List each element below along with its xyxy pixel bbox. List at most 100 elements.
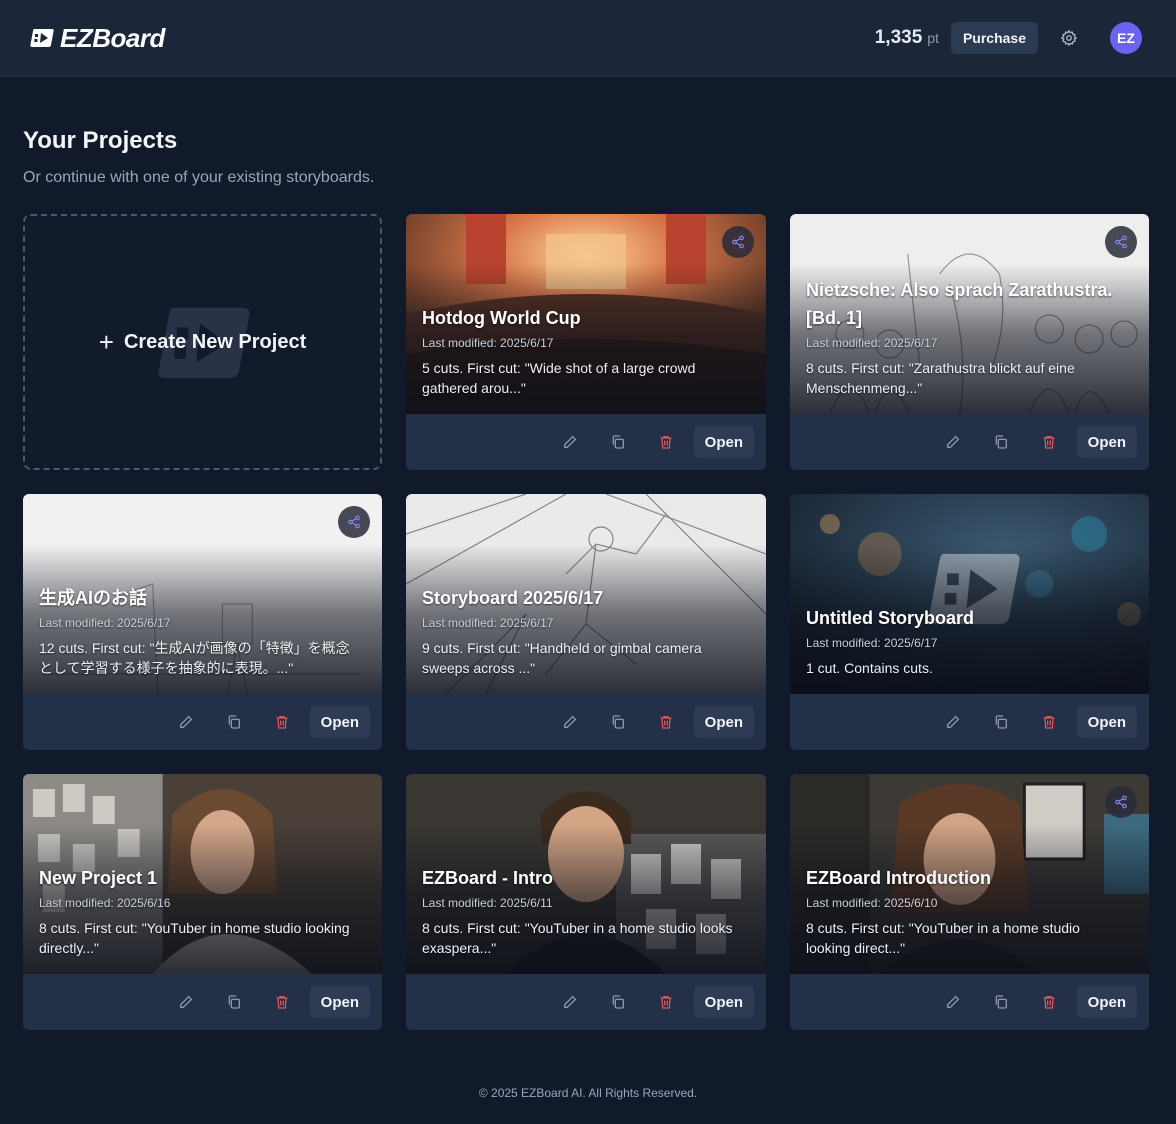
project-thumbnail[interactable]: New Project 1 Last modified: 2025/6/16 8… <box>23 774 382 974</box>
edit-icon[interactable] <box>929 706 977 738</box>
points-value: 1,335 <box>874 27 923 48</box>
project-title: 生成AIのお話 <box>39 588 147 608</box>
project-title: Storyboard 2025/6/17 <box>422 588 604 608</box>
delete-icon[interactable] <box>1025 986 1073 1018</box>
project-description: 1 cut. Contains cuts. <box>806 660 933 676</box>
project-thumbnail[interactable]: Storyboard 2025/6/17 Last modified: 2025… <box>406 494 766 694</box>
project-title: Untitled Storyboard <box>806 608 975 628</box>
project-card: EZBoard Introduction Last modified: 2025… <box>790 774 1149 1030</box>
open-button[interactable]: Open <box>693 426 754 458</box>
project-actions: Open <box>23 694 382 750</box>
delete-icon[interactable] <box>258 986 306 1018</box>
share-icon[interactable] <box>1105 786 1137 818</box>
open-button[interactable]: Open <box>309 706 370 738</box>
delete-icon[interactable] <box>1025 706 1073 738</box>
project-thumbnail[interactable]: Nietzsche: Also sprach Zarathustra. [Bd.… <box>790 214 1149 414</box>
project-thumbnail[interactable]: Hotdog World Cup Last modified: 2025/6/1… <box>406 214 766 414</box>
delete-icon[interactable] <box>1025 426 1073 458</box>
duplicate-icon[interactable] <box>594 986 642 1018</box>
open-button[interactable]: Open <box>1076 426 1137 458</box>
page-subtitle: Or continue with one of your existing st… <box>23 169 375 186</box>
duplicate-icon[interactable] <box>210 986 258 1018</box>
project-actions: Open <box>406 694 766 750</box>
project-actions: Open <box>790 414 1149 470</box>
project-description: 12 cuts. First cut: "生成AIが画像の「特徴」を概念として学… <box>39 640 350 676</box>
edit-icon[interactable] <box>929 986 977 1018</box>
logo-icon <box>30 29 54 47</box>
project-info: Hotdog World Cup Last modified: 2025/6/1… <box>422 304 738 398</box>
project-modified: Last modified: 2025/6/16 <box>39 896 171 910</box>
app-header: EZBoard 1,335 pt Purchase EZ <box>0 0 1176 77</box>
project-title: Nietzsche: Also sprach Zarathustra. [Bd.… <box>806 280 1113 328</box>
points-unit: pt <box>927 30 939 46</box>
project-description: 9 cuts. First cut: "Handheld or gimbal c… <box>422 640 702 676</box>
project-actions: Open <box>23 974 382 1030</box>
edit-icon[interactable] <box>546 426 594 458</box>
project-grid: + Create New Project Hotdog World Cup La… <box>23 214 1149 1030</box>
project-thumbnail[interactable]: EZBoard - Intro Last modified: 2025/6/11… <box>406 774 766 974</box>
project-info: New Project 1 Last modified: 2025/6/16 8… <box>39 864 354 958</box>
project-info: Nietzsche: Also sprach Zarathustra. [Bd.… <box>806 276 1121 398</box>
open-button[interactable]: Open <box>693 706 754 738</box>
gear-icon[interactable] <box>1060 29 1078 47</box>
project-card: New Project 1 Last modified: 2025/6/16 8… <box>23 774 382 1030</box>
open-button[interactable]: Open <box>1076 986 1137 1018</box>
create-project-label: + Create New Project <box>99 329 307 355</box>
duplicate-icon[interactable] <box>594 706 642 738</box>
project-info: EZBoard Introduction Last modified: 2025… <box>806 864 1121 958</box>
duplicate-icon[interactable] <box>977 706 1025 738</box>
project-card: Hotdog World Cup Last modified: 2025/6/1… <box>406 214 766 470</box>
project-actions: Open <box>406 974 766 1030</box>
project-modified: Last modified: 2025/6/17 <box>422 616 554 630</box>
create-project-text: Create New Project <box>123 330 307 353</box>
edit-icon[interactable] <box>546 986 594 1018</box>
project-title: Hotdog World Cup <box>422 308 581 328</box>
delete-icon[interactable] <box>642 706 690 738</box>
project-title: EZBoard Introduction <box>806 868 991 888</box>
delete-icon[interactable] <box>642 986 690 1018</box>
delete-icon[interactable] <box>258 706 306 738</box>
project-card: Untitled Storyboard Last modified: 2025/… <box>790 494 1149 750</box>
project-modified: Last modified: 2025/6/11 <box>422 896 553 910</box>
duplicate-icon[interactable] <box>594 426 642 458</box>
points-balance: 1,335 pt <box>875 27 939 49</box>
project-title: EZBoard - Intro <box>422 868 553 888</box>
project-info: Untitled Storyboard Last modified: 2025/… <box>806 604 1121 678</box>
project-card: Nietzsche: Also sprach Zarathustra. [Bd.… <box>790 214 1149 470</box>
project-description: 8 cuts. First cut: "Zarathustra blickt a… <box>806 360 1075 396</box>
project-thumbnail[interactable]: 生成AIのお話 Last modified: 2025/6/17 12 cuts… <box>23 494 382 694</box>
open-button[interactable]: Open <box>693 986 754 1018</box>
project-description: 8 cuts. First cut: "YouTuber in a home s… <box>422 920 733 956</box>
purchase-button[interactable]: Purchase <box>950 22 1038 54</box>
open-button[interactable]: Open <box>309 986 370 1018</box>
delete-icon[interactable] <box>642 426 690 458</box>
share-icon[interactable] <box>1105 226 1137 258</box>
project-modified: Last modified: 2025/6/17 <box>806 336 938 350</box>
edit-icon[interactable] <box>546 706 594 738</box>
project-thumbnail[interactable]: EZBoard Introduction Last modified: 2025… <box>790 774 1149 974</box>
duplicate-icon[interactable] <box>210 706 258 738</box>
app-logo[interactable]: EZBoard <box>30 23 165 54</box>
project-modified: Last modified: 2025/6/17 <box>39 616 171 630</box>
duplicate-icon[interactable] <box>977 986 1025 1018</box>
project-modified: Last modified: 2025/6/17 <box>422 336 554 350</box>
project-info: EZBoard - Intro Last modified: 2025/6/11… <box>422 864 738 958</box>
open-button[interactable]: Open <box>1076 706 1137 738</box>
create-project-card[interactable]: + Create New Project <box>23 214 382 470</box>
edit-icon[interactable] <box>162 986 210 1018</box>
edit-icon[interactable] <box>929 426 977 458</box>
user-avatar[interactable]: EZ <box>1110 22 1142 54</box>
project-thumbnail[interactable]: Untitled Storyboard Last modified: 2025/… <box>790 494 1149 694</box>
project-description: 8 cuts. First cut: "YouTuber in a home s… <box>806 920 1080 956</box>
header-actions: 1,335 pt Purchase EZ <box>875 22 1142 54</box>
project-info: Storyboard 2025/6/17 Last modified: 2025… <box>422 584 738 678</box>
duplicate-icon[interactable] <box>977 426 1025 458</box>
edit-icon[interactable] <box>162 706 210 738</box>
project-card: EZBoard - Intro Last modified: 2025/6/11… <box>406 774 766 1030</box>
project-actions: Open <box>406 414 766 470</box>
project-actions: Open <box>790 694 1149 750</box>
share-icon[interactable] <box>338 506 370 538</box>
project-description: 5 cuts. First cut: "Wide shot of a large… <box>422 360 696 396</box>
share-icon[interactable] <box>722 226 754 258</box>
project-modified: Last modified: 2025/6/17 <box>806 636 938 650</box>
